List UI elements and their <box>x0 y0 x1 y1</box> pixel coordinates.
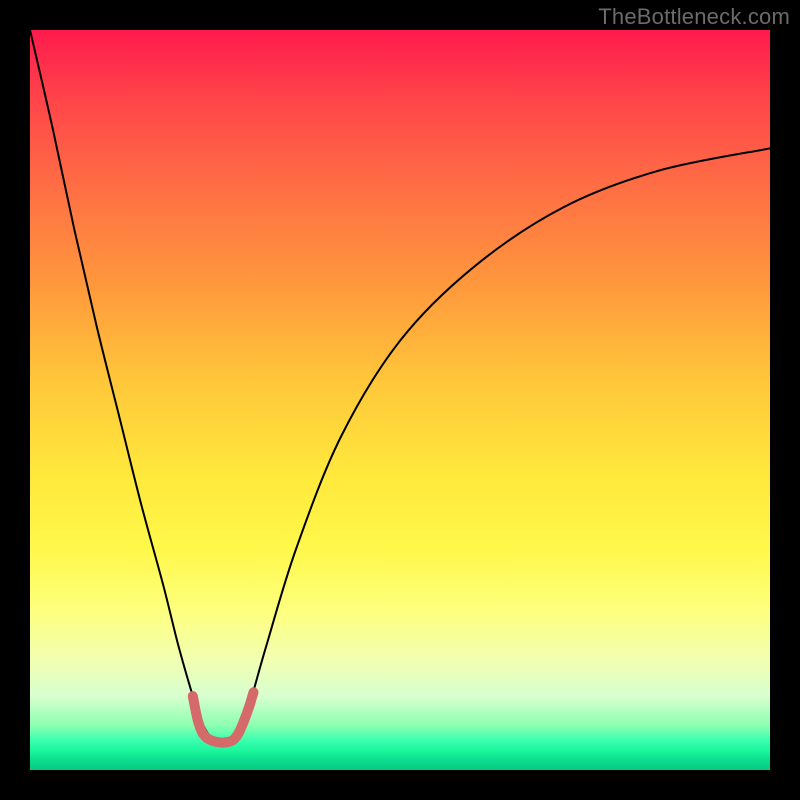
marker-highlight-valley <box>193 714 202 723</box>
marker-highlight-valley <box>249 688 258 697</box>
watermark-text: TheBottleneck.com <box>598 4 790 30</box>
marker-highlight-valley <box>234 729 243 738</box>
marker-highlight-valley <box>239 717 248 726</box>
chart-svg <box>30 30 770 770</box>
series-black-curve <box>30 30 770 741</box>
marker-highlight-valley <box>188 692 197 701</box>
plot-area <box>30 30 770 770</box>
chart-frame: TheBottleneck.com <box>0 0 800 800</box>
marker-highlight-valley <box>245 703 254 712</box>
